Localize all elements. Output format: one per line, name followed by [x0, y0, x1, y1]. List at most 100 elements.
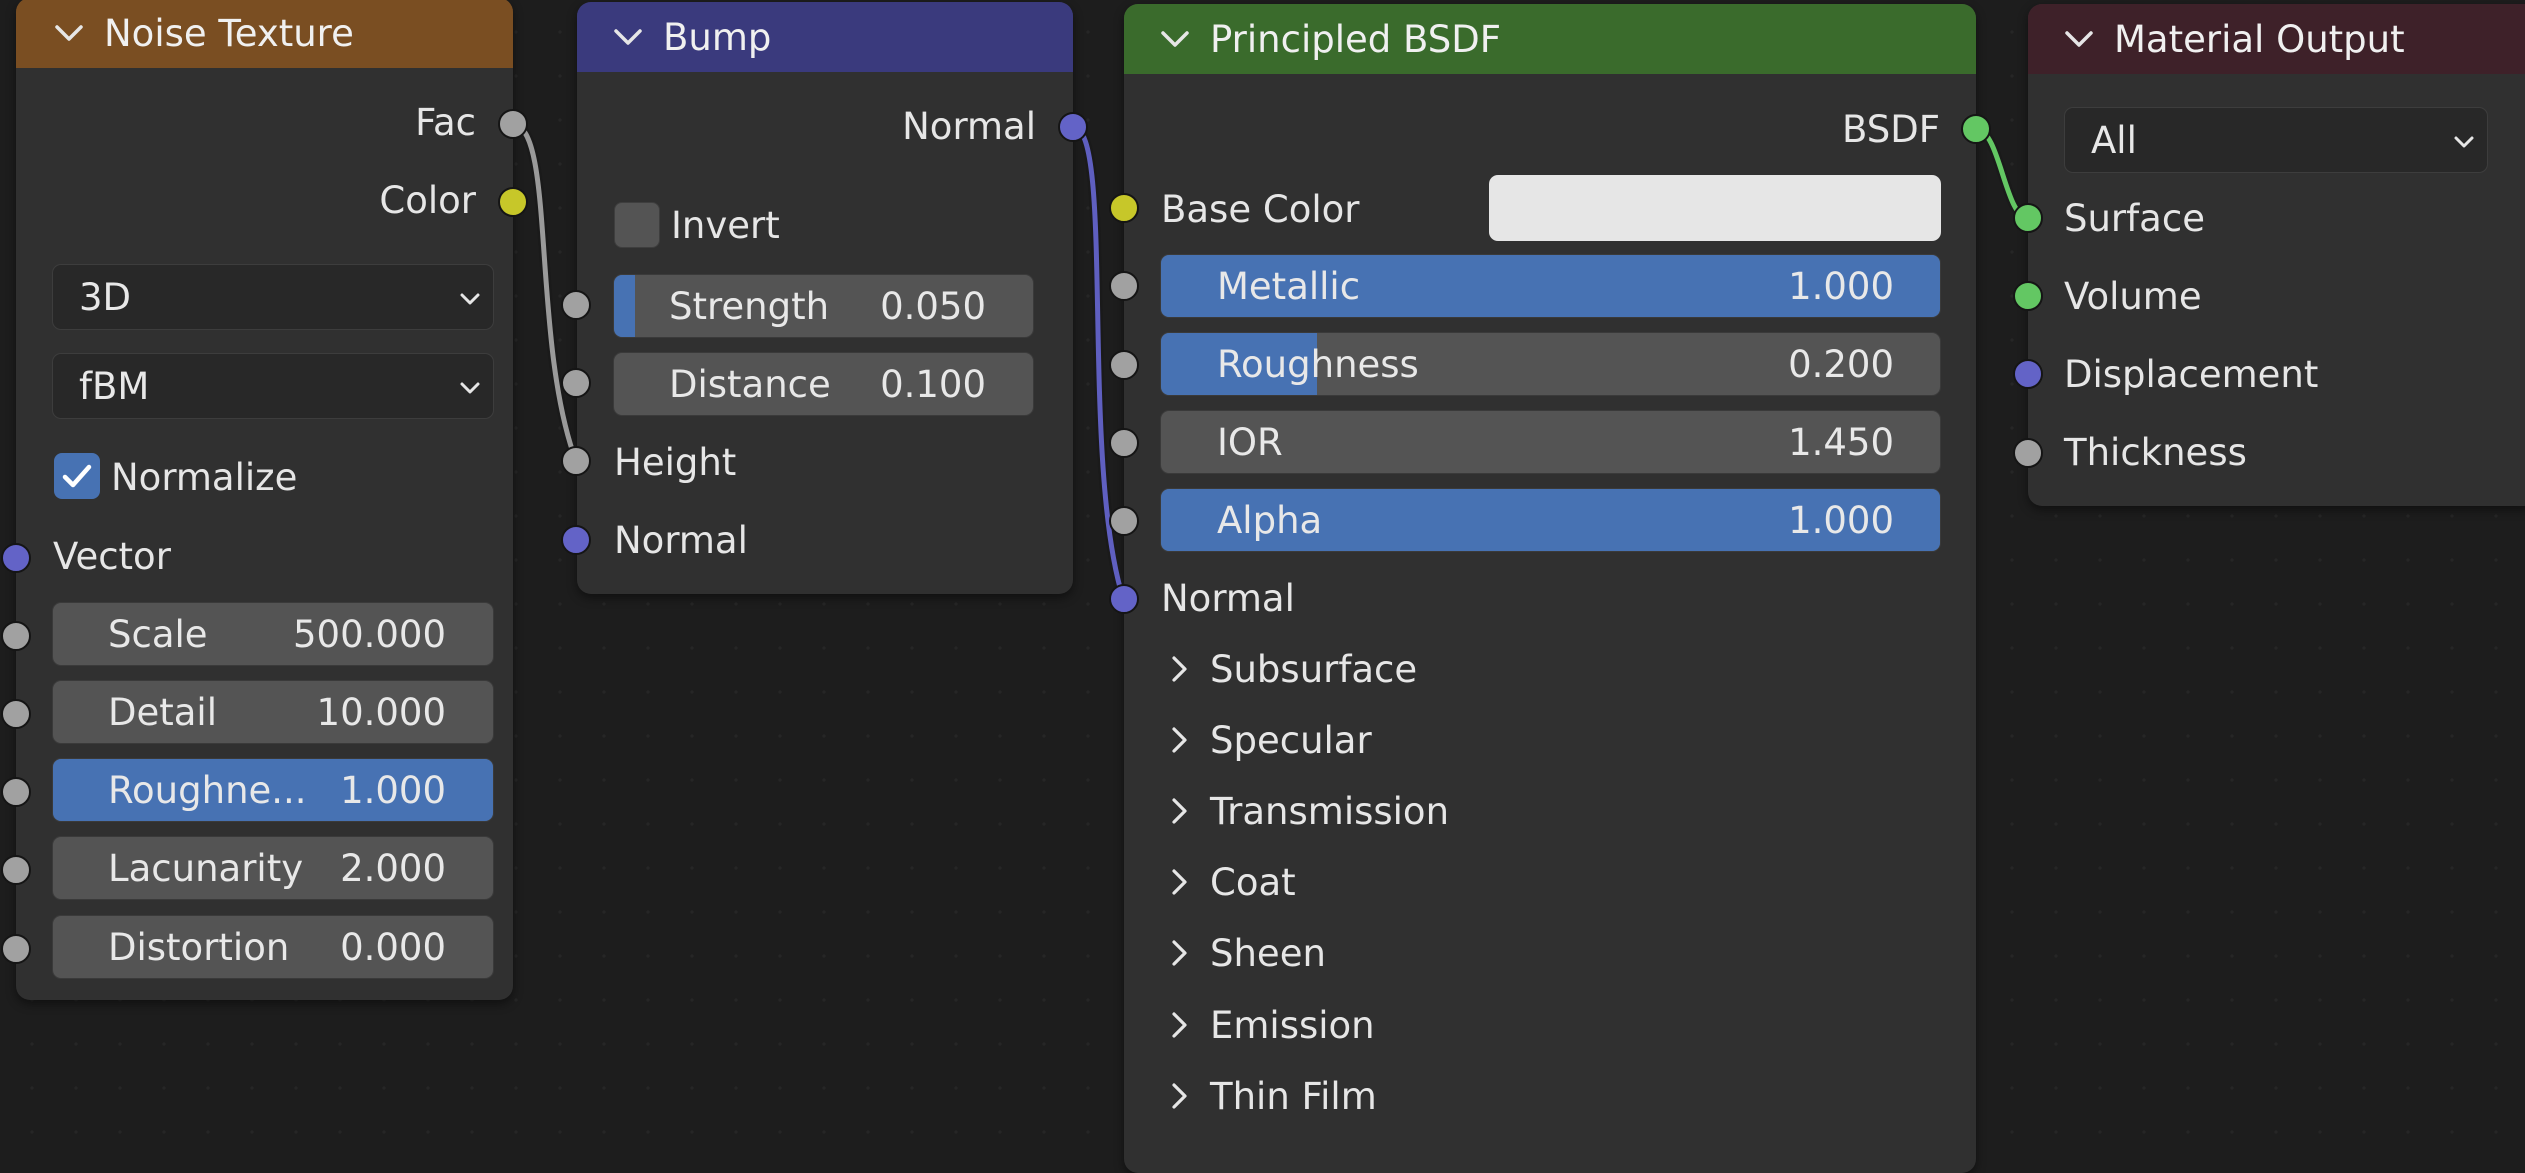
panel-subsurface[interactable]: Subsurface: [1164, 641, 1417, 697]
noise-vector-input-socket[interactable]: [1, 543, 31, 573]
chevron-right-icon: [1172, 1012, 1187, 1038]
principled-bsdf-node[interactable]: Principled BSDF BSDF Base Color Metallic…: [1124, 4, 1976, 1173]
output-volume-input-socket[interactable]: [2013, 281, 2043, 311]
node-title: Noise Texture: [104, 11, 354, 55]
input-normal: Normal: [614, 512, 748, 568]
normalize-checkbox[interactable]: [54, 453, 100, 499]
field-label: Detail: [108, 690, 217, 734]
field-value: 500.000: [292, 612, 446, 656]
chevron-down-icon: [460, 382, 480, 394]
socket-label: Fac: [415, 100, 476, 144]
socket-label: Surface: [2064, 196, 2205, 240]
field-label: Roughne...: [108, 768, 307, 812]
panel-specular[interactable]: Specular: [1164, 712, 1372, 768]
noise-fac-output-socket[interactable]: [498, 109, 528, 139]
chevron-right-icon: [1172, 727, 1187, 753]
bsdf-alpha-input-socket[interactable]: [1109, 506, 1139, 536]
principled-bsdf-header[interactable]: Principled BSDF: [1124, 4, 1976, 74]
chevron-right-icon: [1172, 940, 1187, 966]
roughness-field[interactable]: Roughne... 1.000: [52, 758, 494, 822]
alpha-field[interactable]: Alpha 1.000: [1160, 488, 1941, 552]
target-dropdown[interactable]: All: [2064, 107, 2488, 173]
lacunarity-field[interactable]: Lacunarity 2.000: [52, 836, 494, 900]
dimensions-dropdown[interactable]: 3D: [52, 264, 494, 330]
bsdf-output-socket[interactable]: [1961, 114, 1991, 144]
chevron-down-icon[interactable]: [1158, 22, 1192, 56]
noise-texture-header[interactable]: Noise Texture: [16, 0, 513, 68]
field-value: 0.100: [880, 362, 986, 406]
chevron-down-icon[interactable]: [611, 20, 645, 54]
field-label: Distortion: [108, 925, 290, 969]
socket-label: Volume: [2064, 274, 2202, 318]
field-label: Distance: [669, 362, 831, 406]
chevron-right-icon: [1172, 869, 1187, 895]
noise-texture-node[interactable]: Noise Texture Fac Color 3D fBM Normalize…: [16, 0, 513, 1000]
roughness-field[interactable]: Roughness 0.200: [1160, 332, 1941, 396]
bump-node[interactable]: Bump Normal Invert Strength 0.050 Distan…: [577, 2, 1073, 594]
noise-color-output-socket[interactable]: [498, 187, 528, 217]
noise-lacunarity-input-socket[interactable]: [1, 855, 31, 885]
input-height: Height: [614, 434, 736, 490]
panel-label: Emission: [1210, 1003, 1375, 1047]
bump-normal-output-socket[interactable]: [1058, 112, 1088, 142]
chevron-down-icon[interactable]: [52, 16, 86, 50]
panel-transmission[interactable]: Transmission: [1164, 783, 1449, 839]
strength-field[interactable]: Strength 0.050: [613, 274, 1034, 338]
bump-header[interactable]: Bump: [577, 2, 1073, 72]
panel-label: Subsurface: [1210, 647, 1418, 691]
invert-label: Invert: [671, 203, 780, 247]
field-value: 0.000: [340, 925, 446, 969]
chevron-down-icon[interactable]: [2062, 22, 2096, 56]
field-label: Strength: [669, 284, 830, 328]
socket-label: Normal: [902, 104, 1036, 148]
bsdf-metallic-input-socket[interactable]: [1109, 271, 1139, 301]
noise-roughness-input-socket[interactable]: [1, 777, 31, 807]
scale-field[interactable]: Scale 500.000: [52, 602, 494, 666]
chevron-right-icon: [1172, 1083, 1187, 1109]
dropdown-value: 3D: [79, 275, 132, 319]
node-title: Material Output: [2114, 17, 2405, 61]
bump-height-input-socket[interactable]: [561, 446, 591, 476]
detail-field[interactable]: Detail 10.000: [52, 680, 494, 744]
socket-label: BSDF: [1842, 107, 1940, 151]
bsdf-normal-input-socket[interactable]: [1109, 584, 1139, 614]
value-fill: [614, 275, 635, 337]
panel-coat[interactable]: Coat: [1164, 854, 1296, 910]
panel-thin-film[interactable]: Thin Film: [1164, 1068, 1377, 1124]
field-label: Alpha: [1217, 498, 1323, 542]
input-thickness: Thickness: [2064, 424, 2247, 480]
noise-scale-input-socket[interactable]: [1, 621, 31, 651]
metallic-field[interactable]: Metallic 1.000: [1160, 254, 1941, 318]
distance-field[interactable]: Distance 0.100: [613, 352, 1034, 416]
panel-emission[interactable]: Emission: [1164, 997, 1375, 1053]
ior-field[interactable]: IOR 1.450: [1160, 410, 1941, 474]
output-thickness-input-socket[interactable]: [2013, 438, 2043, 468]
bump-normal-input-socket[interactable]: [561, 525, 591, 555]
field-label: IOR: [1217, 420, 1283, 464]
bsdf-roughness-input-socket[interactable]: [1109, 350, 1139, 380]
base-color-swatch[interactable]: [1489, 175, 1941, 241]
output-displacement-input-socket[interactable]: [2013, 359, 2043, 389]
bump-strength-input-socket[interactable]: [561, 290, 591, 320]
field-value: 2.000: [340, 846, 446, 890]
output-fac: Fac: [16, 94, 476, 150]
noise-detail-input-socket[interactable]: [1, 699, 31, 729]
output-surface-input-socket[interactable]: [2013, 203, 2043, 233]
panel-label: Thin Film: [1210, 1074, 1377, 1118]
panel-sheen[interactable]: Sheen: [1164, 925, 1326, 981]
type-dropdown[interactable]: fBM: [52, 353, 494, 419]
chevron-down-icon: [460, 293, 480, 305]
material-output-header[interactable]: Material Output: [2028, 4, 2525, 74]
distortion-field[interactable]: Distortion 0.000: [52, 915, 494, 979]
bump-distance-input-socket[interactable]: [561, 368, 591, 398]
noise-distortion-input-socket[interactable]: [1, 934, 31, 964]
bsdf-base-color-input-socket[interactable]: [1109, 193, 1139, 223]
field-label: Scale: [108, 612, 208, 656]
invert-checkbox[interactable]: [614, 202, 660, 248]
field-value: 1.000: [1788, 264, 1894, 308]
socket-label: Displacement: [2064, 352, 2319, 396]
field-label: Roughness: [1217, 342, 1419, 386]
field-value: 1.450: [1788, 420, 1894, 464]
material-output-node[interactable]: Material Output All Surface Volume Displ…: [2028, 4, 2525, 506]
bsdf-ior-input-socket[interactable]: [1109, 428, 1139, 458]
